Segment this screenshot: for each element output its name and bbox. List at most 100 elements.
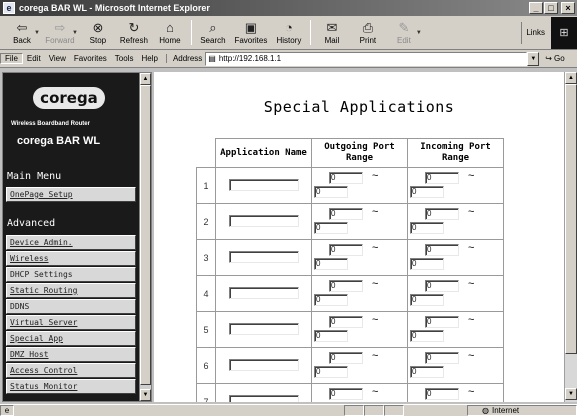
maximize-button[interactable]: □: [544, 2, 558, 14]
incoming-port-start-input[interactable]: 0: [425, 244, 459, 256]
incoming-port-start-input[interactable]: 0: [425, 280, 459, 292]
outgoing-port-end-input[interactable]: 0: [314, 258, 348, 270]
incoming-port-end-input[interactable]: 0: [410, 258, 444, 270]
scroll-up-icon[interactable]: ▲: [140, 73, 151, 85]
incoming-port-end-input[interactable]: 0: [410, 222, 444, 234]
menu-edit[interactable]: Edit: [23, 54, 45, 63]
scroll-thumb[interactable]: [140, 85, 151, 385]
history-button[interactable]: ◔ History: [271, 16, 307, 49]
outgoing-port-start-input[interactable]: 0: [329, 208, 363, 220]
links-button[interactable]: Links: [521, 21, 549, 44]
nav-scrollbar[interactable]: ▲ ▼: [139, 73, 151, 401]
outgoing-port-end-input[interactable]: 0: [314, 294, 348, 306]
search-button[interactable]: ⌕ Search: [195, 16, 231, 49]
address-field[interactable]: ▤ http://192.168.1.1: [205, 51, 528, 66]
nav-dhcp-settings[interactable]: DHCP Settings: [6, 267, 136, 282]
print-button[interactable]: ⎙ Print: [350, 16, 386, 49]
home-button[interactable]: ⌂ Home: [152, 16, 188, 49]
search-label: Search: [200, 35, 226, 45]
application-name-cell: [215, 167, 312, 204]
forward-dropdown-icon[interactable]: ▼: [72, 30, 78, 36]
menu-file[interactable]: File: [0, 53, 23, 64]
nav-status-monitor[interactable]: Status Monitor: [6, 379, 136, 394]
nav-wireless[interactable]: Wireless: [6, 251, 136, 266]
application-name-input[interactable]: [228, 250, 299, 263]
menu-help[interactable]: Help: [137, 54, 161, 63]
browser-toolbar: ⇦ Back ▼ ⇨ Forward ▼ ⊗ Stop ↻ Refresh ⌂ …: [0, 16, 577, 50]
range-separator: ~: [468, 242, 475, 254]
favorites-button[interactable]: ▣ Favorites: [231, 16, 271, 49]
nav-virtual-server[interactable]: Virtual Server: [6, 315, 136, 330]
header-application-name: Application Name: [215, 138, 312, 168]
nav-access-control[interactable]: Access Control: [6, 363, 136, 378]
application-name-input[interactable]: [228, 394, 299, 402]
scroll-down-icon[interactable]: ▼: [565, 388, 577, 400]
menu-favorites[interactable]: Favorites: [70, 54, 111, 63]
incoming-port-start-input[interactable]: 0: [425, 172, 459, 184]
outgoing-port-cell: 0 ~0: [311, 347, 408, 384]
menu-tools[interactable]: Tools: [111, 54, 138, 63]
outgoing-port-cell: 0 ~0: [311, 311, 408, 348]
outgoing-port-start-input[interactable]: 0: [329, 316, 363, 328]
refresh-label: Refresh: [119, 35, 148, 45]
outgoing-port-end-input[interactable]: 0: [314, 366, 348, 378]
application-name-input[interactable]: [228, 322, 299, 335]
application-name-cell: [215, 239, 312, 276]
mail-button[interactable]: ✉ Mail: [314, 16, 350, 49]
incoming-port-start-input[interactable]: 0: [425, 208, 459, 220]
incoming-port-end-input[interactable]: 0: [410, 366, 444, 378]
incoming-port-cell: 0 ~0: [407, 275, 504, 312]
outgoing-port-start-input[interactable]: 0: [329, 388, 363, 400]
content-scrollbar[interactable]: ▲ ▼: [564, 72, 577, 402]
application-name-input[interactable]: [228, 358, 299, 371]
scroll-thumb[interactable]: [565, 84, 577, 354]
go-button[interactable]: ↪ Go: [545, 54, 564, 63]
outgoing-port-start-input[interactable]: 0: [329, 172, 363, 184]
application-name-input[interactable]: [228, 286, 299, 299]
menu-view[interactable]: View: [45, 54, 70, 63]
incoming-port-cell: 0~0: [407, 347, 504, 384]
row-number: 4: [196, 275, 216, 312]
application-name-input[interactable]: [228, 214, 299, 227]
nav-special-app[interactable]: Special App: [6, 331, 136, 346]
stop-button[interactable]: ⊗ Stop: [80, 16, 116, 49]
incoming-port-end-input[interactable]: 0: [410, 186, 444, 198]
incoming-port-end-input[interactable]: 0: [410, 330, 444, 342]
nav-onepage-setup[interactable]: OnePage Setup: [6, 187, 136, 202]
outgoing-port-end-input[interactable]: 0: [314, 222, 348, 234]
application-name-input[interactable]: [228, 178, 299, 191]
outgoing-port-start-input[interactable]: 0: [329, 244, 363, 256]
outgoing-port-start-input[interactable]: 0: [329, 352, 363, 364]
outgoing-port-end-input[interactable]: 0: [314, 330, 348, 342]
incoming-port-cell: 0~0: [407, 383, 504, 402]
incoming-port-start-input[interactable]: 0: [425, 388, 459, 400]
header-blank: [196, 138, 216, 168]
outgoing-port-end-input[interactable]: 0: [314, 186, 348, 198]
nav-static-routing[interactable]: Static Routing: [6, 283, 136, 298]
minimize-button[interactable]: _: [529, 2, 543, 14]
outgoing-port-start-input[interactable]: 0: [329, 280, 363, 292]
outgoing-port-cell: 0 ~0: [311, 239, 408, 276]
favorites-icon: ▣: [244, 19, 258, 35]
range-separator: ~: [468, 278, 475, 290]
incoming-port-start-input[interactable]: 0: [425, 352, 459, 364]
scroll-down-icon[interactable]: ▼: [140, 389, 151, 401]
scroll-up-icon[interactable]: ▲: [565, 72, 577, 84]
row-number: 6: [196, 347, 216, 384]
nav-ddns[interactable]: DDNS: [6, 299, 136, 314]
address-dropdown-icon[interactable]: ▼: [527, 51, 540, 66]
chevron-down-icon[interactable]: ▼: [416, 30, 422, 36]
range-separator: ~: [468, 206, 475, 218]
advanced-title: Advanced: [7, 218, 56, 229]
incoming-port-start-input[interactable]: 0: [425, 316, 459, 328]
incoming-port-end-input[interactable]: 0: [410, 294, 444, 306]
nav-device-admin[interactable]: Device Admin.: [6, 235, 136, 250]
back-dropdown-icon[interactable]: ▼: [34, 30, 40, 36]
window-controls: _ □ ×: [529, 2, 575, 14]
nav-dmz-host[interactable]: DMZ Host: [6, 347, 136, 362]
refresh-button[interactable]: ↻ Refresh: [116, 16, 152, 49]
print-icon: ⎙: [362, 19, 374, 35]
close-button[interactable]: ×: [561, 2, 575, 14]
address-label: Address: [165, 54, 205, 63]
table-row: 5 0 ~0 0 ~0: [196, 311, 504, 348]
